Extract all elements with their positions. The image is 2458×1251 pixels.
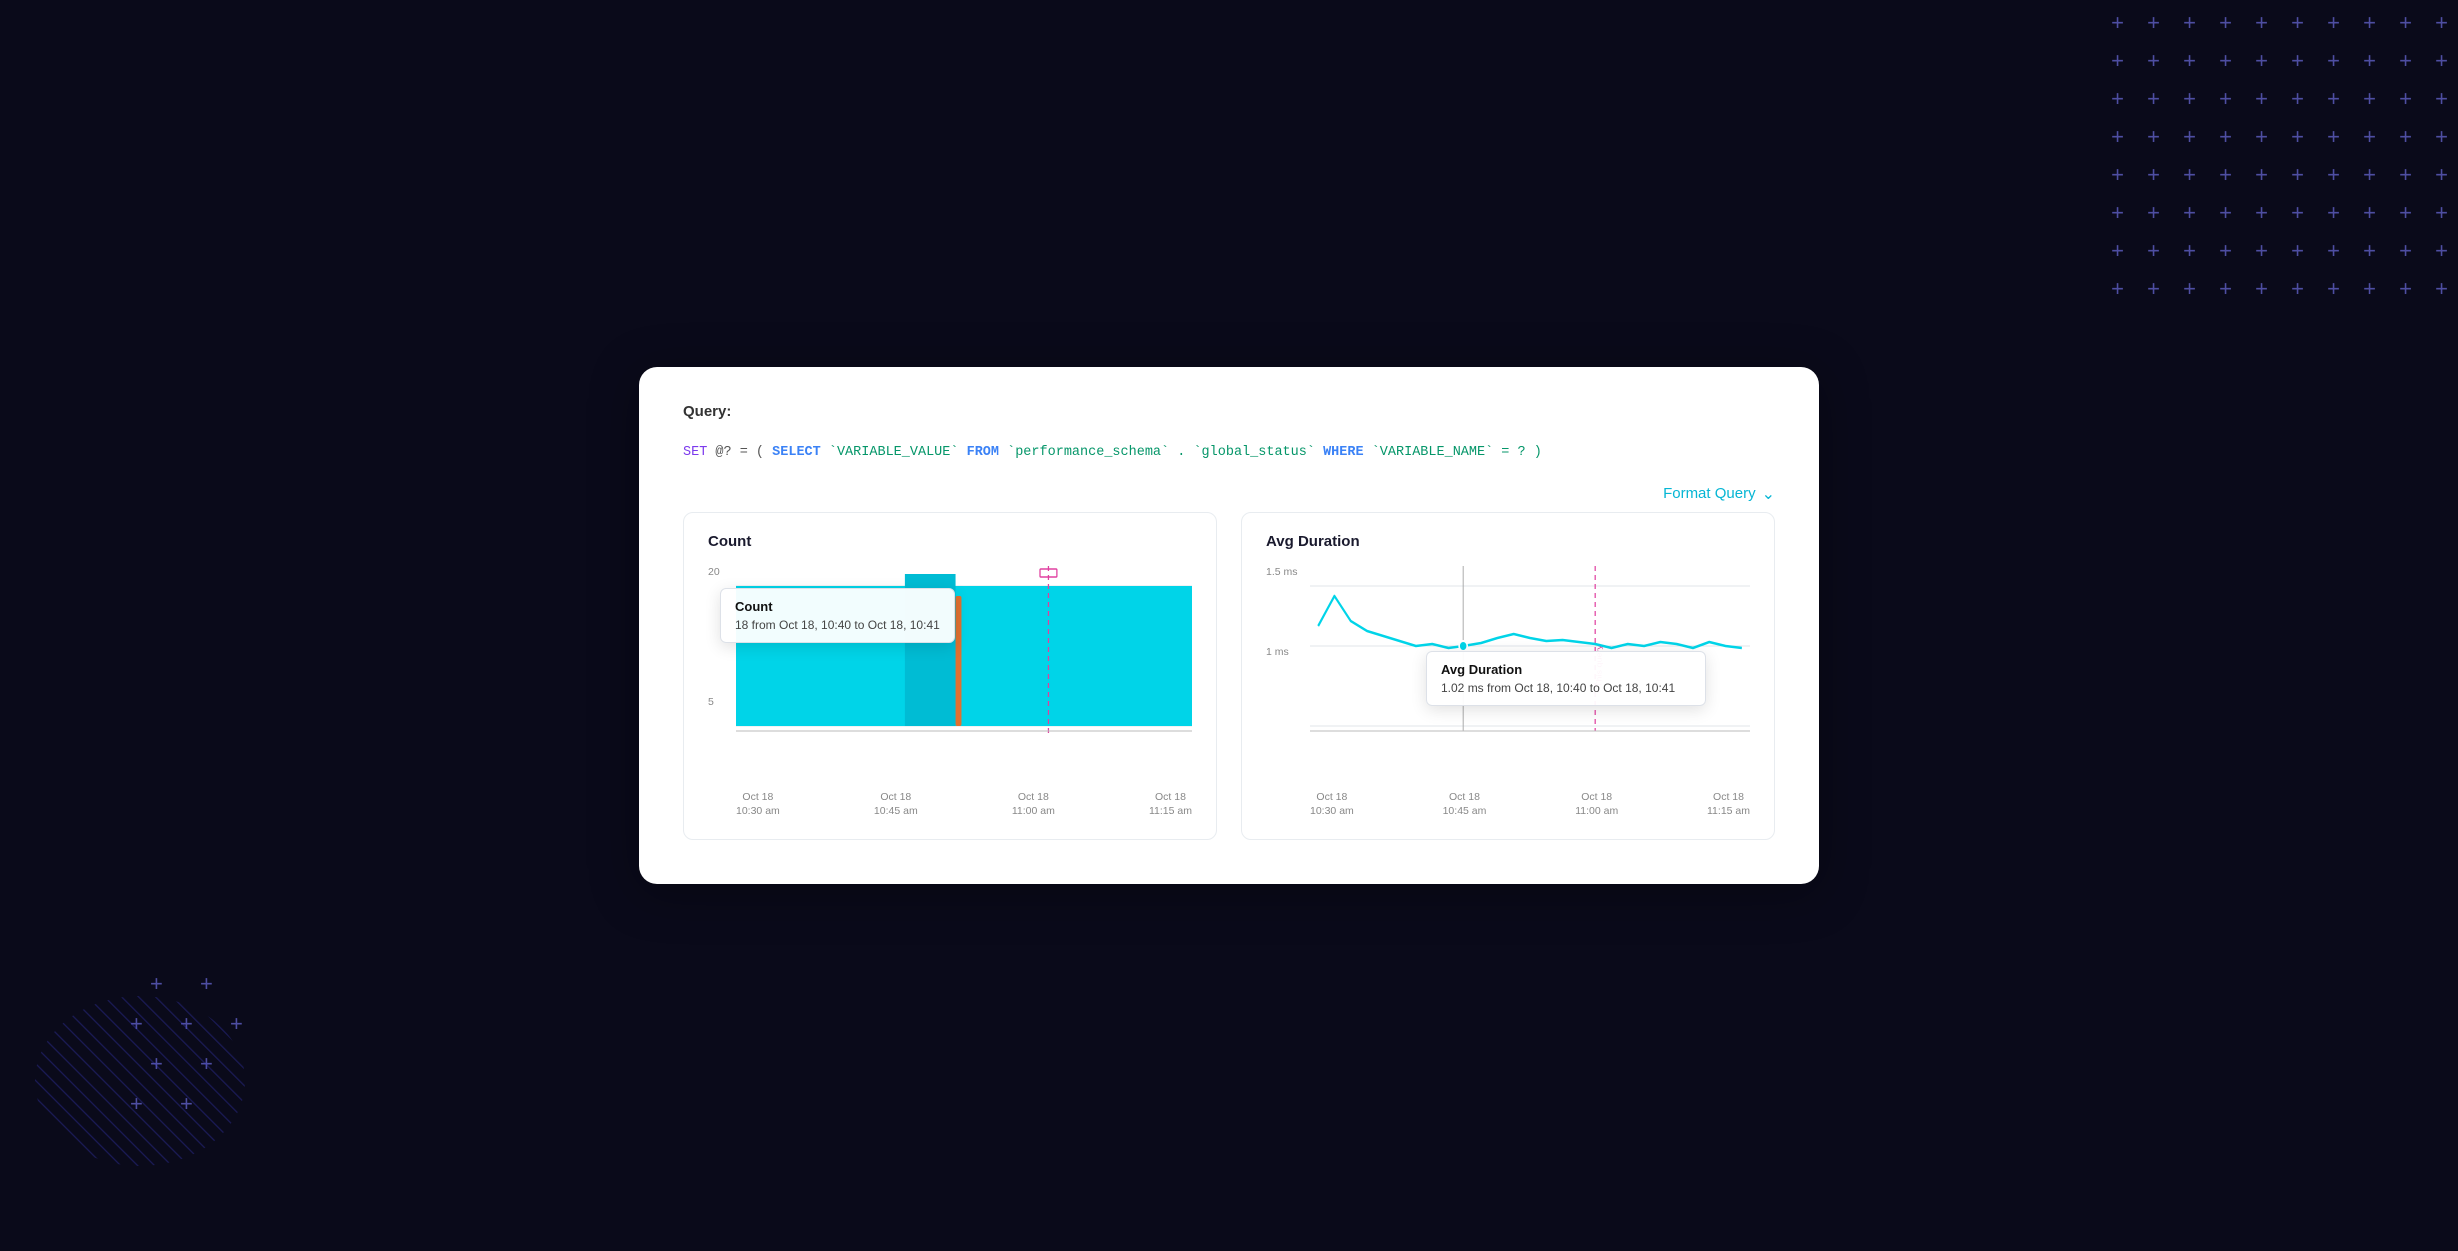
code-variable-name: `VARIABLE_NAME` = ? ) bbox=[1372, 445, 1542, 460]
count-x-label-4: Oct 1811:15 am bbox=[1149, 790, 1192, 819]
avg-duration-chart-card: Avg Duration 1.5 ms 1 ms This query bbox=[1241, 512, 1775, 840]
avg-duration-tooltip-title: Avg Duration bbox=[1441, 662, 1691, 677]
charts-row: Count 20 5 bbox=[683, 512, 1775, 840]
avg-duration-tooltip-value: 1.02 ms from Oct 18, 10:40 to Oct 18, 10… bbox=[1441, 681, 1691, 695]
avg-y-max: 1.5 ms bbox=[1266, 566, 1298, 578]
avg-x-label-1: Oct 1810:30 am bbox=[1310, 790, 1354, 819]
code-schema: `performance_schema` . `global_status` bbox=[1007, 445, 1323, 460]
keyword-from: FROM bbox=[967, 445, 999, 460]
count-y-max: 20 bbox=[708, 566, 720, 578]
count-chart-card: Count 20 5 bbox=[683, 512, 1217, 840]
avg-y-mid: 1 ms bbox=[1266, 646, 1289, 658]
count-x-label-2: Oct 1810:45 am bbox=[874, 790, 918, 819]
count-tooltip-value: 18 from Oct 18, 10:40 to Oct 18, 10:41 bbox=[735, 618, 940, 632]
main-card: Query: SET @? = ( SELECT `VARIABLE_VALUE… bbox=[639, 367, 1819, 884]
avg-x-label-2: Oct 1810:45 am bbox=[1443, 790, 1487, 819]
avg-duration-chart-title: Avg Duration bbox=[1266, 533, 1750, 550]
count-chart-area: 20 5 bbox=[708, 566, 1192, 786]
format-query-button[interactable]: Format Query ⌄ bbox=[1663, 484, 1775, 504]
avg-x-label-4: Oct 1811:15 am bbox=[1707, 790, 1750, 819]
count-tooltip: Count 18 from Oct 18, 10:40 to Oct 18, 1… bbox=[720, 588, 955, 643]
avg-x-label-3: Oct 1811:00 am bbox=[1575, 790, 1618, 819]
keyword-set: SET bbox=[683, 445, 707, 460]
keyword-where: WHERE bbox=[1323, 445, 1364, 460]
query-section: Query: SET @? = ( SELECT `VARIABLE_VALUE… bbox=[683, 403, 1775, 468]
code-plain-1: @? = ( bbox=[715, 445, 772, 460]
count-x-label-3: Oct 1811:00 am bbox=[1012, 790, 1055, 819]
keyword-select: SELECT bbox=[772, 445, 821, 460]
format-query-label: Format Query bbox=[1663, 485, 1756, 502]
code-variable-value: `VARIABLE_VALUE` bbox=[829, 445, 967, 460]
count-tooltip-title: Count bbox=[735, 599, 940, 614]
query-label: Query: bbox=[683, 403, 1775, 420]
count-y-mid: 5 bbox=[708, 696, 714, 708]
count-x-label-1: Oct 1810:30 am bbox=[736, 790, 780, 819]
avg-duration-tooltip: Avg Duration 1.02 ms from Oct 18, 10:40 … bbox=[1426, 651, 1706, 706]
chevron-down-icon: ⌄ bbox=[1762, 484, 1775, 504]
avg-duration-x-labels: Oct 1810:30 am Oct 1810:45 am Oct 1811:0… bbox=[1310, 790, 1750, 819]
count-chart-title: Count bbox=[708, 533, 1192, 550]
count-x-labels: Oct 1810:30 am Oct 1810:45 am Oct 1811:0… bbox=[736, 790, 1192, 819]
avg-duration-chart-area: 1.5 ms 1 ms This query bbox=[1266, 566, 1750, 786]
query-code: SET @? = ( SELECT `VARIABLE_VALUE` FROM … bbox=[683, 438, 1775, 468]
